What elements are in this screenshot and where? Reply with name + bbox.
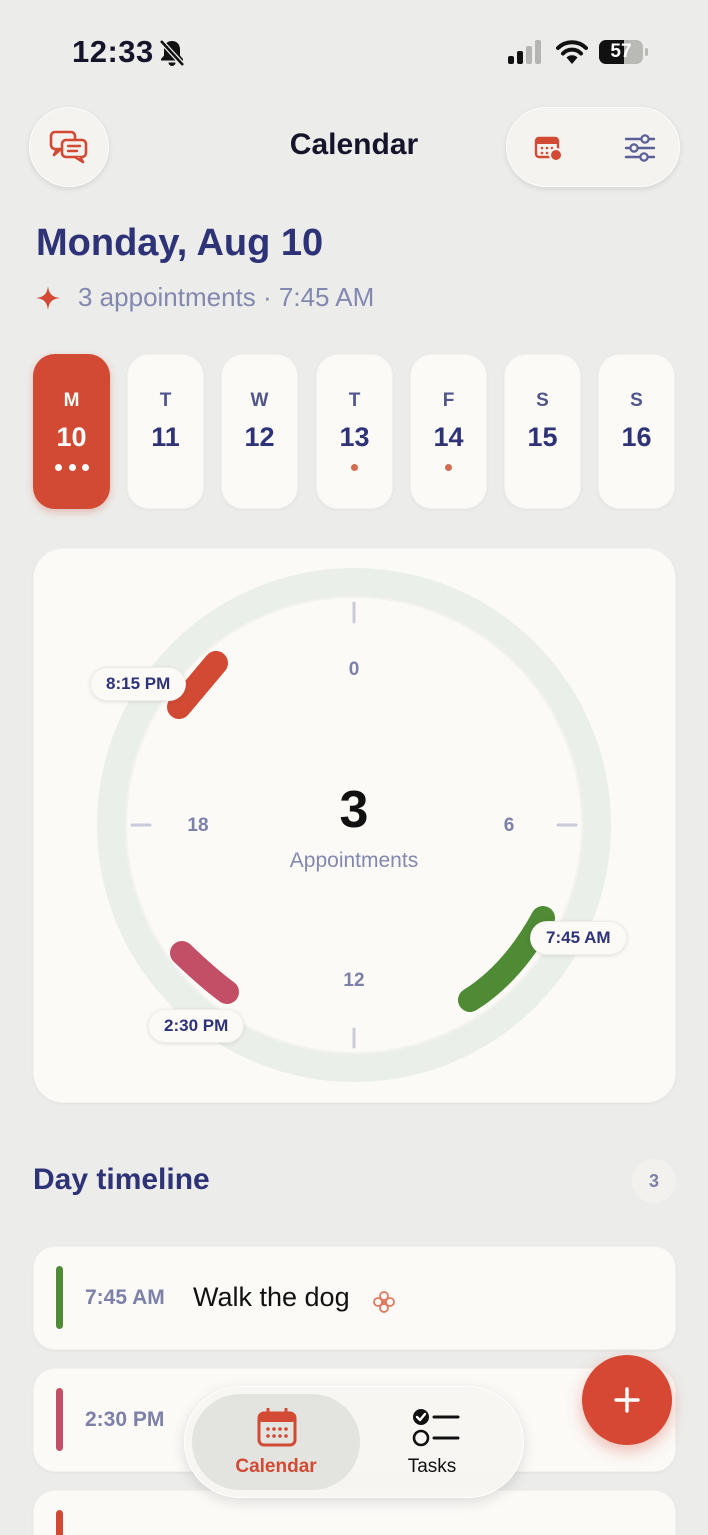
chat-button[interactable] (29, 107, 109, 187)
event-color-bar (56, 1388, 63, 1451)
sparkle-icon (36, 285, 60, 310)
day-letter: M (63, 390, 80, 411)
event-dots (55, 464, 89, 471)
day-letter: T (159, 390, 172, 411)
hour-label-6: 6 (503, 815, 515, 836)
event-dot (351, 464, 358, 471)
date-summary: 3 appointments · 7:45 AM (36, 282, 374, 313)
time-tag-morning: 7:45 AM (530, 921, 627, 955)
clock-card: 0 6 12 18 3 Appointments 8:15 PM 2:30 PM… (33, 548, 676, 1103)
event-color-bar (56, 1266, 63, 1329)
add-button[interactable] (582, 1355, 672, 1445)
day-cell[interactable]: T 11 (127, 354, 204, 509)
day-letter: W (250, 390, 269, 411)
plus-icon (614, 1387, 640, 1413)
event-color-bar (56, 1510, 63, 1535)
week-strip: M 10 T 11 W 12 T 13 F 14 S 15 S 16 (33, 354, 677, 509)
event-time: 7:45 AM (85, 1286, 165, 1309)
day-number: 15 (527, 422, 558, 452)
hour-label-12: 12 (343, 970, 365, 991)
battery-percent: 57 (610, 41, 632, 62)
calendar-icon (257, 1408, 297, 1447)
day-cell[interactable]: S 16 (598, 354, 675, 509)
timeline-title: Day timeline (33, 1163, 210, 1196)
tab-bar: Calendar Tasks (184, 1386, 524, 1498)
timeline-event[interactable]: 7:45 AM Walk the dog (33, 1246, 676, 1350)
tab-tasks-label: Tasks (407, 1456, 457, 1477)
timeline-count-badge: 3 (632, 1159, 676, 1203)
day-cell[interactable]: T 13 (316, 354, 393, 509)
status-bar: 12:33 57 (0, 0, 708, 100)
day-number: 14 (433, 422, 464, 452)
date-heading: Monday, Aug 10 (36, 222, 324, 264)
wifi-icon (556, 40, 588, 64)
day-number: 16 (621, 422, 652, 452)
day-letter: S (630, 390, 643, 411)
page-title: Calendar (289, 128, 419, 161)
flower-icon (373, 1291, 395, 1313)
day-letter: S (536, 390, 549, 411)
summary-text: 3 appointments · 7:45 AM (78, 282, 375, 312)
checklist-icon (412, 1409, 460, 1447)
day-cell[interactable]: S 15 (504, 354, 581, 509)
status-time: 12:33 (72, 34, 154, 69)
header-actions (506, 107, 680, 187)
day-cell[interactable]: F 14 (410, 354, 487, 509)
event-title: Walk the dog (193, 1282, 350, 1312)
tab-calendar[interactable]: Calendar (192, 1394, 360, 1490)
day-letter: F (442, 390, 455, 411)
tab-calendar-label: Calendar (235, 1456, 317, 1477)
bell-slash-icon (159, 39, 185, 67)
appointment-count-label: Appointments (289, 849, 419, 872)
day-number: 13 (339, 422, 370, 452)
hour-label-0: 0 (348, 659, 360, 680)
day-number: 10 (56, 422, 87, 452)
cellular-signal-icon (508, 40, 541, 64)
battery-indicator: 57 (599, 40, 649, 64)
event-time: 2:30 PM (85, 1408, 165, 1431)
event-dot (445, 464, 452, 471)
tab-tasks[interactable]: Tasks (348, 1394, 516, 1490)
calendar-badge-icon[interactable] (534, 134, 564, 162)
day-number: 11 (151, 422, 180, 452)
sliders-icon[interactable] (624, 134, 656, 162)
day-letter: T (348, 390, 361, 411)
hour-label-18: 18 (187, 815, 209, 836)
day-cell[interactable]: M 10 (33, 354, 110, 509)
time-tag-afternoon: 2:30 PM (148, 1009, 245, 1043)
day-number: 12 (244, 422, 275, 452)
chat-bubbles-icon (49, 130, 88, 164)
day-cell[interactable]: W 12 (221, 354, 298, 509)
appointment-count: 3 (339, 781, 369, 839)
time-tag-evening: 8:15 PM (90, 667, 187, 701)
